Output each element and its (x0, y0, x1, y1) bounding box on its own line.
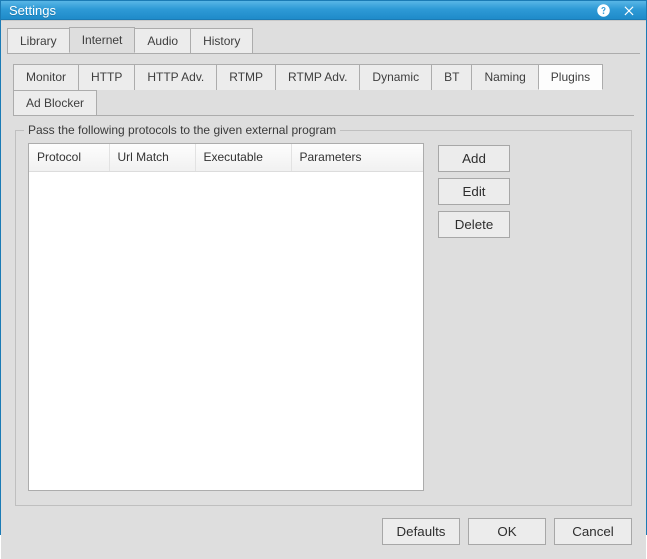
subtab-monitor[interactable]: Monitor (13, 64, 79, 90)
subtab-naming[interactable]: Naming (471, 64, 538, 90)
close-icon[interactable] (620, 1, 638, 19)
sub-tabs: Monitor HTTP HTTP Adv. RTMP RTMP Adv. Dy… (1, 54, 646, 115)
col-url-match[interactable]: Url Match (109, 144, 195, 172)
client-area: Library Internet Audio History Monitor H… (1, 20, 646, 559)
delete-button[interactable]: Delete (438, 211, 510, 238)
subtab-plugins[interactable]: Plugins (538, 64, 603, 90)
titlebar: Settings (1, 1, 646, 20)
subtab-http[interactable]: HTTP (78, 64, 135, 90)
subtab-dynamic[interactable]: Dynamic (359, 64, 432, 90)
ok-button[interactable]: OK (468, 518, 546, 545)
top-tabs: Library Internet Audio History (1, 21, 646, 53)
col-protocol[interactable]: Protocol (29, 144, 109, 172)
sub-tabs-divider (13, 115, 634, 116)
subtab-rtmp[interactable]: RTMP (216, 64, 276, 90)
group-content: Protocol Url Match Executable Parameters… (28, 143, 619, 491)
settings-window: Settings Library Internet Audio History … (0, 0, 647, 535)
defaults-button[interactable]: Defaults (382, 518, 460, 545)
dialog-footer: Defaults OK Cancel (1, 506, 646, 559)
subtab-bt[interactable]: BT (431, 64, 472, 90)
tab-history[interactable]: History (190, 28, 253, 53)
side-buttons: Add Edit Delete (438, 143, 510, 491)
plugins-groupbox: Pass the following protocols to the give… (15, 130, 632, 506)
help-icon[interactable] (594, 1, 612, 19)
col-executable[interactable]: Executable (195, 144, 291, 172)
cancel-button[interactable]: Cancel (554, 518, 632, 545)
subtab-rtmp-adv[interactable]: RTMP Adv. (275, 64, 360, 90)
groupbox-label: Pass the following protocols to the give… (24, 123, 340, 137)
subtab-http-adv[interactable]: HTTP Adv. (134, 64, 217, 90)
protocols-table[interactable]: Protocol Url Match Executable Parameters (28, 143, 424, 491)
subtab-ad-blocker[interactable]: Ad Blocker (13, 90, 97, 115)
window-title: Settings (9, 3, 586, 18)
tab-audio[interactable]: Audio (134, 28, 191, 53)
col-parameters[interactable]: Parameters (291, 144, 423, 172)
tab-library[interactable]: Library (7, 28, 70, 53)
edit-button[interactable]: Edit (438, 178, 510, 205)
tab-internet[interactable]: Internet (69, 27, 136, 53)
add-button[interactable]: Add (438, 145, 510, 172)
